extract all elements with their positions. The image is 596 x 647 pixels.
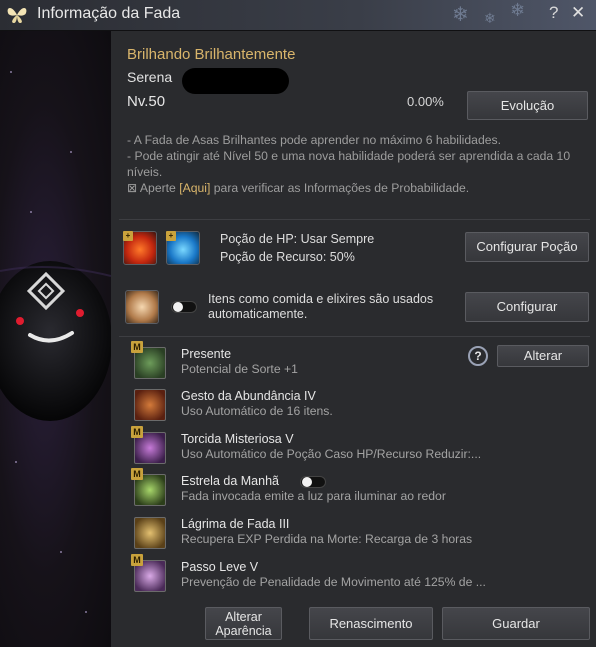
fairy-character [0, 261, 111, 421]
fairy-notes: - A Fada de Asas Brilhantes pode aprende… [127, 132, 592, 196]
master-badge: M [131, 341, 143, 353]
fairy-info-panel [111, 31, 596, 647]
sparkle [10, 71, 12, 73]
title-bar: Informação da Fada ❄ ❄ ❄ ? ✕ [0, 0, 596, 31]
morning-star-toggle[interactable] [300, 476, 326, 488]
note-level-cap: - Pode atingir até Nível 50 e uma nova h… [127, 149, 571, 179]
master-badge: M [131, 468, 143, 480]
note-probability: ⊠ Aperte [Aqui] para verificar as Inform… [127, 180, 592, 196]
skill-desc: Uso Automático de 16 itens. [181, 404, 333, 418]
potion-plus-badge: + [123, 231, 133, 241]
master-badge: M [131, 554, 143, 566]
skill-name: Passo Leve V [181, 560, 259, 574]
snowflake-icon: ❄ [510, 0, 526, 20]
sparkle [30, 211, 32, 213]
skill-desc: Fada invocada emite a luz para iluminar … [181, 489, 446, 503]
skill-name: Gesto da Abundância IV [181, 389, 316, 403]
note-prefix: ⊠ Aperte [127, 181, 180, 195]
skill-name: Torcida Misteriosa V [181, 432, 294, 446]
divider [119, 336, 590, 337]
probability-link[interactable]: [Aqui] [179, 181, 210, 195]
help-icon[interactable]: ? [468, 346, 488, 366]
butterfly-icon [7, 8, 27, 23]
fairy-icon[interactable] [134, 389, 166, 421]
skill-desc: Potencial de Sorte +1 [181, 362, 298, 376]
fairy-portrait [0, 31, 111, 647]
skill-desc: Uso Automático de Poção Caso HP/Recurso … [181, 447, 482, 461]
note-max-skills: - A Fada de Asas Brilhantes pode aprende… [127, 133, 501, 147]
note-suffix: para verificar as Informações de Probabi… [210, 181, 470, 195]
auto-use-toggle[interactable] [171, 301, 197, 313]
fairy-name: Brilhando Brilhantemente [127, 46, 296, 63]
owner-name: Serena [127, 69, 173, 85]
fairy-level: Nv.50 [127, 93, 166, 110]
button-label-line1: Alterar [225, 610, 262, 624]
tear-icon[interactable] [134, 517, 166, 549]
snowflake-icon: ❄ [452, 4, 469, 26]
flask-gear-icon[interactable] [125, 290, 159, 324]
exp-percent: 0.00% [407, 94, 444, 109]
redacted-name [182, 68, 289, 94]
sparkle [85, 611, 87, 613]
sparkle [15, 461, 17, 463]
change-appearance-button[interactable]: Alterar Aparência [205, 607, 282, 640]
skill-desc: Recupera EXP Perdida na Morte: Recarga d… [181, 532, 473, 546]
help-button[interactable]: ? [549, 3, 558, 23]
configure-potion-button[interactable]: Configurar Poção [465, 232, 589, 262]
sparkle [70, 151, 72, 153]
auto-use-label-line2: automaticamente. [208, 307, 308, 321]
master-badge: M [131, 426, 143, 438]
window-title: Informação da Fada [37, 5, 181, 22]
skill-name: Estrela da Manhã [181, 474, 279, 488]
potion-plus-badge: + [166, 231, 176, 241]
auto-use-label-line1: Itens como comida e elixires são usados [208, 292, 434, 306]
skill-name: Presente [181, 347, 232, 361]
sparkle [60, 551, 62, 553]
rebirth-button[interactable]: Renascimento [309, 607, 433, 640]
configure-auto-use-button[interactable]: Configurar [465, 292, 589, 322]
change-skill-button[interactable]: Alterar [497, 345, 589, 367]
resource-potion-setting: Poção de Recurso: 50% [220, 250, 355, 264]
divider [119, 219, 590, 220]
skill-name: Lágrima de Fada III [181, 517, 290, 531]
button-label-line2: Aparência [215, 624, 272, 638]
hp-potion-setting: Poção de HP: Usar Sempre [220, 232, 375, 246]
skill-desc: Prevenção de Penalidade de Movimento até… [181, 575, 486, 589]
save-button[interactable]: Guardar [442, 607, 590, 640]
snowflake-icon: ❄ [484, 10, 496, 26]
close-button[interactable]: ✕ [571, 3, 585, 23]
evolution-button[interactable]: Evolução [467, 91, 588, 120]
